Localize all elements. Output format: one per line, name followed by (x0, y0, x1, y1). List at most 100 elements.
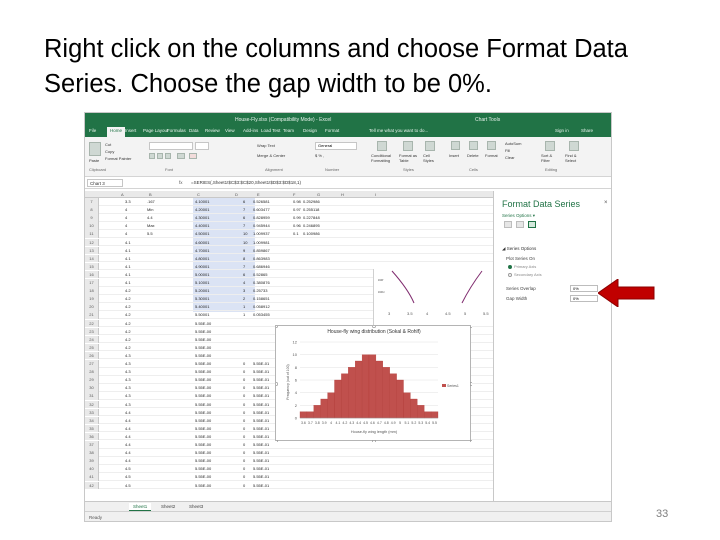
effects-icon[interactable] (516, 221, 524, 228)
cell-a[interactable]: 4 (125, 223, 127, 228)
cell-c[interactable]: 5.55E-00 (195, 337, 211, 342)
cell-d[interactable]: 4 (243, 280, 245, 285)
histogram-bar[interactable] (410, 398, 418, 419)
tab-formulas[interactable]: Formulas (167, 128, 186, 133)
cell-e[interactable]: 0.945944 (253, 223, 270, 228)
cell-d[interactable]: 0 (243, 361, 245, 366)
cell-e[interactable]: 5.55E-01 (253, 402, 269, 407)
series-overlap-input[interactable]: 0% (570, 285, 598, 292)
cell-a[interactable]: 4.3 (125, 393, 131, 398)
row-header[interactable]: 12 (85, 238, 99, 246)
cell-e[interactable]: 5.55E-01 (253, 434, 269, 439)
series-options-dropdown[interactable]: Series Options ▾ (502, 213, 535, 219)
column-header[interactable]: D (235, 192, 238, 197)
format-as-table-icon[interactable] (403, 141, 413, 151)
line-chart-plot[interactable]: 3 3.5 4 4.5 5 5.5 cor cou (374, 269, 493, 325)
cell-e[interactable]: 5.55E-01 (253, 361, 269, 366)
histogram-bar[interactable] (375, 360, 383, 419)
cell-a[interactable]: 3.3 (125, 199, 131, 204)
cell-b[interactable]: Max (147, 223, 155, 228)
histogram-bar[interactable] (382, 367, 390, 419)
histogram-bar[interactable] (396, 379, 404, 419)
row-header[interactable]: 11 (85, 230, 99, 238)
format-painter-button[interactable]: Format Painter (105, 156, 131, 161)
cell-g[interactable]: 0.252986 (303, 199, 320, 204)
close-icon[interactable]: × (604, 200, 608, 206)
sign-in-link[interactable]: Sign in (555, 128, 569, 133)
autosum-button[interactable]: AutoSum (505, 141, 521, 146)
table-row[interactable]: 11 4 5.5 4.50001 10 1.009937 0.1 0.100986 (85, 230, 493, 238)
cell-c[interactable]: 5.55E-00 (195, 345, 211, 350)
cell-c[interactable]: 5.55E-00 (195, 434, 211, 439)
font-size-box[interactable] (195, 142, 209, 150)
table-row[interactable]: 38 4.4 5.55E-00 0 5.55E-01 (85, 449, 493, 457)
row-header[interactable]: 16 (85, 270, 99, 279)
cell-a[interactable]: 4.1 (125, 272, 131, 277)
cell-a[interactable]: 4.1 (125, 256, 131, 261)
row-header[interactable]: 8 (85, 206, 99, 214)
cell-c[interactable]: 4.40001 (195, 223, 209, 228)
cell-e[interactable]: 0.859867 (253, 248, 270, 253)
paste-icon[interactable] (89, 142, 101, 156)
cell-e[interactable]: 5.55E-01 (253, 474, 269, 479)
cell-a[interactable]: 4.3 (125, 353, 131, 358)
cell-a[interactable]: 4.4 (125, 450, 131, 455)
cell-a[interactable]: 4.2 (125, 337, 131, 342)
cell-d[interactable]: 8 (243, 256, 245, 261)
cell-e[interactable]: 5.55E-01 (253, 410, 269, 415)
number-format-select[interactable]: General (315, 142, 357, 150)
clear-button[interactable]: Clear (505, 155, 515, 160)
row-header[interactable]: 26 (85, 351, 99, 360)
fill-color-icon[interactable] (189, 153, 197, 159)
cell-d[interactable]: 0 (243, 442, 245, 447)
cell-e[interactable]: 0.25733 (253, 288, 267, 293)
row-header[interactable]: 19 (85, 295, 99, 303)
histogram-bar[interactable] (403, 392, 411, 419)
cell-c[interactable]: 5.55E-00 (195, 458, 211, 463)
secondary-axis-radio[interactable]: Secondary Axis (508, 272, 542, 277)
cell-c[interactable]: 5.55E-00 (195, 361, 211, 366)
cell-e[interactable]: 0.380876 (253, 280, 270, 285)
underline-icon[interactable] (165, 153, 171, 159)
format-as-table-button[interactable]: Format as Table (399, 153, 419, 163)
cell-e[interactable]: 0.686946 (253, 264, 270, 269)
table-row[interactable]: 12 4.1 4.60001 10 1.009981 (85, 238, 493, 246)
cell-f[interactable]: 0.1 (293, 231, 299, 236)
cell-a[interactable]: 4.5 (125, 474, 131, 479)
column-header[interactable]: H (341, 192, 344, 197)
cell-e[interactable]: 5.55E-01 (253, 369, 269, 374)
resize-handle[interactable] (469, 439, 472, 442)
row-header[interactable]: 41 (85, 473, 99, 481)
cell-c[interactable]: 5.55E-00 (195, 369, 211, 374)
cell-e[interactable]: 0.058912 (253, 304, 270, 309)
cell-f[interactable]: 0.97 (293, 207, 301, 212)
delete-cells-button[interactable]: Delete (467, 153, 479, 158)
tab-insert[interactable]: Insert (125, 128, 136, 133)
cell-c[interactable]: 5.40001 (195, 304, 209, 309)
sheet-tab-sheet1[interactable]: Sheet1 (129, 503, 152, 511)
sort-filter-button[interactable]: Sort & Filter (541, 153, 561, 163)
histogram-bar[interactable] (334, 379, 342, 419)
sort-filter-icon[interactable] (545, 141, 555, 151)
paste-button[interactable]: Paste (89, 158, 99, 163)
row-header[interactable]: 13 (85, 246, 99, 255)
cell-g[interactable]: 0.246895 (303, 223, 320, 228)
cell-a[interactable]: 4 (125, 215, 127, 220)
table-row[interactable]: 37 4.4 5.55E-00 0 5.55E-01 (85, 441, 493, 449)
cell-d[interactable]: 0 (243, 402, 245, 407)
cell-e[interactable]: 5.55E-01 (253, 393, 269, 398)
cell-styles-button[interactable]: Cell Styles (423, 153, 439, 163)
row-header[interactable]: 36 (85, 432, 99, 441)
cell-a[interactable]: 4 (125, 231, 127, 236)
cell-b[interactable]: 5.5 (147, 231, 153, 236)
cell-c[interactable]: 5.30001 (195, 296, 209, 301)
cell-a[interactable]: 4.3 (125, 361, 131, 366)
tab-add-ins[interactable]: Add-ins (243, 128, 258, 133)
cell-d[interactable]: 7 (243, 264, 245, 269)
format-cells-button[interactable]: Format (485, 153, 498, 158)
number-format-icons[interactable]: $ % , (315, 153, 324, 158)
cell-e[interactable]: 0.158651 (253, 296, 270, 301)
cell-c[interactable]: 5.55E-00 (195, 385, 211, 390)
cell-e[interactable]: 0.526581 (253, 199, 270, 204)
resize-handle[interactable] (469, 326, 472, 329)
